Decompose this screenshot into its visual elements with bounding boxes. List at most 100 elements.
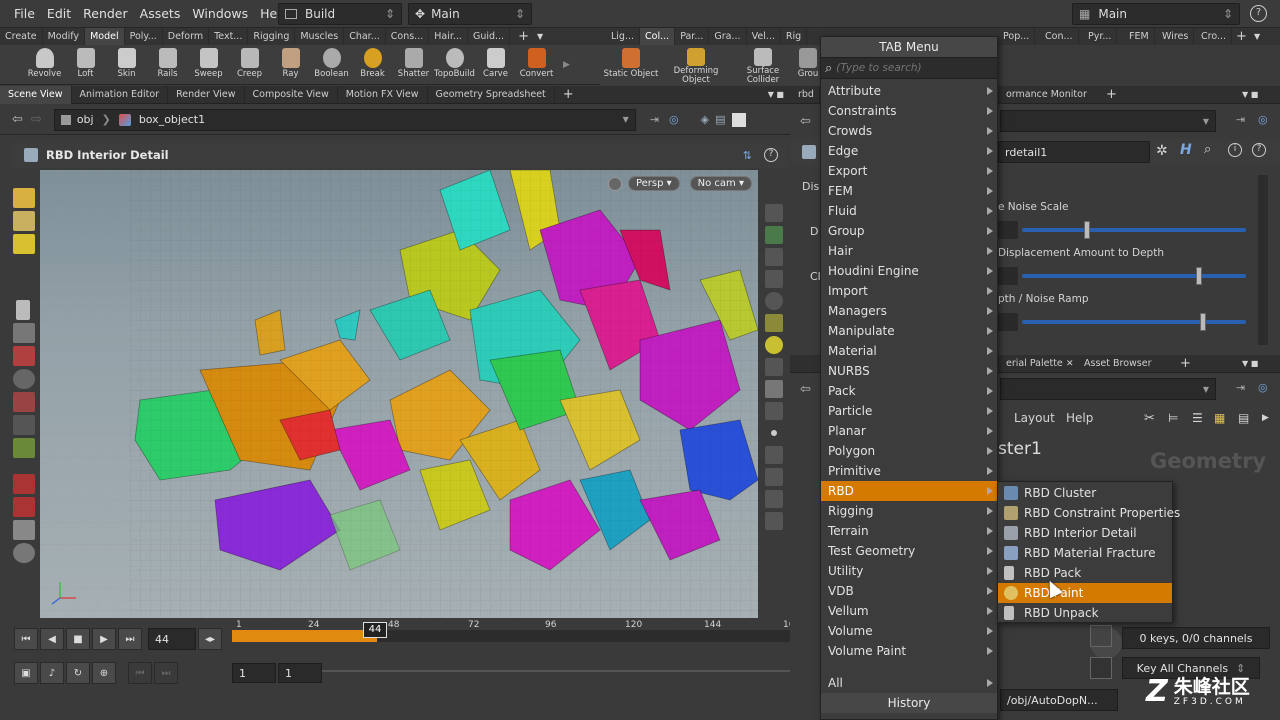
key-icon[interactable]: [1090, 657, 1112, 679]
shelf2-tab-pop[interactable]: Pop...: [998, 28, 1036, 45]
shelf2-tab-cro[interactable]: Cro...: [1196, 28, 1233, 45]
submenu-item-rbd-pack[interactable]: RBD Pack: [998, 563, 1172, 583]
menu-item-import[interactable]: Import: [821, 281, 997, 301]
object-tool-icon[interactable]: [13, 234, 35, 254]
tab-geometry-spreadsheet[interactable]: Geometry Spreadsheet: [428, 85, 555, 104]
param-field[interactable]: [998, 313, 1018, 331]
tool-loft[interactable]: Loft: [65, 45, 106, 85]
help-icon[interactable]: ?: [1252, 143, 1266, 157]
path-field[interactable]: obj ❯ box_object1 ▼: [53, 108, 636, 131]
shelf-tab-model[interactable]: Model: [85, 28, 125, 45]
tool-rails[interactable]: Rails: [147, 45, 188, 85]
tab-material-palette[interactable]: erial Palette: [998, 355, 1071, 373]
play-button[interactable]: ▶: [92, 628, 116, 650]
menu-item-planar[interactable]: Planar: [821, 421, 997, 441]
link-icon[interactable]: ◎: [669, 113, 679, 126]
grid-view-icon[interactable]: ▦: [1214, 411, 1225, 425]
tool-group[interactable]: Grou: [796, 45, 820, 85]
select-arrow-icon[interactable]: [16, 300, 30, 320]
menu-item-test-geometry[interactable]: Test Geometry: [821, 541, 997, 561]
back-arrow-icon[interactable]: ⇦: [800, 114, 811, 129]
list-icon[interactable]: ☰: [1192, 411, 1203, 425]
collapse-icon[interactable]: [765, 512, 783, 530]
jump-start-button[interactable]: ⏮: [14, 628, 38, 650]
pin-icon[interactable]: ⇥: [650, 113, 659, 126]
wireframe-icon[interactable]: [765, 402, 783, 420]
desktop-selector[interactable]: Build ⇕: [278, 3, 402, 25]
menu-item-constraints[interactable]: Constraints: [821, 101, 997, 121]
snapshot-icon[interactable]: [765, 490, 783, 508]
context-selector[interactable]: ✥ Main ⇕: [408, 3, 532, 25]
link-icon[interactable]: ◎: [1258, 113, 1268, 126]
pose-icon[interactable]: [13, 415, 35, 435]
gear-icon[interactable]: ✲: [1156, 143, 1168, 159]
tab-motion-fx-view[interactable]: Motion FX View: [338, 85, 428, 104]
tile-view-icon[interactable]: ▤: [1238, 411, 1249, 425]
submenu-item-rbd-paint[interactable]: RBD Paint: [998, 583, 1172, 603]
menu-help[interactable]: Help: [1066, 411, 1093, 425]
shelf-scroll-right-icon[interactable]: ▶: [563, 60, 570, 70]
help-icon[interactable]: ?: [1250, 5, 1267, 22]
back-arrow-icon[interactable]: ⇦: [800, 382, 811, 397]
tool-sweep[interactable]: Sweep: [188, 45, 229, 85]
window-icon[interactable]: [731, 112, 746, 127]
step-buttons[interactable]: ◂▸: [198, 628, 222, 650]
jump-end-button[interactable]: ⏭: [118, 628, 142, 650]
shelf-tab-hair[interactable]: Hair...: [429, 28, 468, 45]
shelf-tab-cons[interactable]: Cons...: [386, 28, 430, 45]
tab-composite-view[interactable]: Composite View: [245, 85, 338, 104]
shelf-tab-muscles[interactable]: Muscles: [295, 28, 345, 45]
menu-item-vellum[interactable]: Vellum: [821, 601, 997, 621]
translate-icon[interactable]: [13, 392, 35, 412]
light-bulb-icon[interactable]: [765, 336, 783, 354]
pin-icon[interactable]: ⇥: [1236, 381, 1245, 394]
next-key-icon[interactable]: ⏭: [154, 662, 178, 684]
menu-item-volume-paint[interactable]: Volume Paint: [821, 641, 997, 661]
submenu-item-rbd-cluster[interactable]: RBD Cluster: [998, 483, 1172, 503]
forward-arrow-icon[interactable]: ⇨: [31, 112, 42, 127]
light-icon[interactable]: [765, 314, 783, 332]
start-frame-field[interactable]: 1: [232, 663, 276, 683]
menu-item-all[interactable]: All: [821, 673, 997, 693]
menu-item-utility[interactable]: Utility: [821, 561, 997, 581]
menu-assets[interactable]: Assets: [134, 6, 187, 21]
slider-displacement[interactable]: [1022, 274, 1246, 278]
shelf-tab-modify[interactable]: Modify: [43, 28, 86, 45]
audio-icon[interactable]: ♪: [40, 662, 64, 684]
tree-icon[interactable]: ⊨: [1168, 411, 1178, 425]
shelf2-tab-pyr[interactable]: Pyr...: [1083, 28, 1118, 45]
dop-path-field[interactable]: /obj/AutoDopN...: [1000, 689, 1118, 711]
playhead[interactable]: 44: [363, 622, 387, 638]
global-animation-icon[interactable]: ⊕: [92, 662, 116, 684]
menu-item-nurbs[interactable]: NURBS: [821, 361, 997, 381]
menu-item-particle[interactable]: Particle: [821, 401, 997, 421]
menu-item-managers[interactable]: Managers: [821, 301, 997, 321]
shelf2-tab-collisions[interactable]: Col...: [640, 28, 676, 45]
tool-break[interactable]: Break: [352, 45, 393, 85]
back-arrow-icon[interactable]: ⇦: [12, 112, 23, 127]
menu-item-polygon[interactable]: Polygon: [821, 441, 997, 461]
menu-edit[interactable]: Edit: [41, 6, 77, 21]
shelf-tab-create[interactable]: Create: [0, 28, 43, 45]
tab-render-view[interactable]: Render View: [168, 85, 245, 104]
menu-layout[interactable]: Layout: [1014, 411, 1055, 425]
menu-item-volume[interactable]: Volume: [821, 621, 997, 641]
shelf-tab-char[interactable]: Char...: [344, 28, 386, 45]
menu-item-edge[interactable]: Edge: [821, 141, 997, 161]
chevron-down-icon[interactable]: ▼: [1254, 32, 1260, 41]
menu-render[interactable]: Render: [77, 6, 134, 21]
menu-item-group[interactable]: Group: [821, 221, 997, 241]
slider-knob[interactable]: [1200, 313, 1207, 331]
3d-viewport[interactable]: Persp ▾ No cam ▾: [40, 170, 758, 618]
menu-item-attribute[interactable]: Attribute: [821, 81, 997, 101]
pin-icon[interactable]: ⇥: [1236, 113, 1245, 126]
active-transform-icon[interactable]: [13, 438, 35, 458]
add-shelf-tab-icon[interactable]: +: [1236, 29, 1247, 44]
channel-icon[interactable]: [1090, 625, 1112, 647]
tool-ray[interactable]: Ray: [270, 45, 311, 85]
handle-icon[interactable]: [13, 188, 35, 208]
tool-boolean[interactable]: Boolean: [311, 45, 352, 85]
tab-animation-editor[interactable]: Animation Editor: [72, 85, 169, 104]
menu-item-material[interactable]: Material: [821, 341, 997, 361]
sculpt-icon[interactable]: [13, 520, 35, 540]
